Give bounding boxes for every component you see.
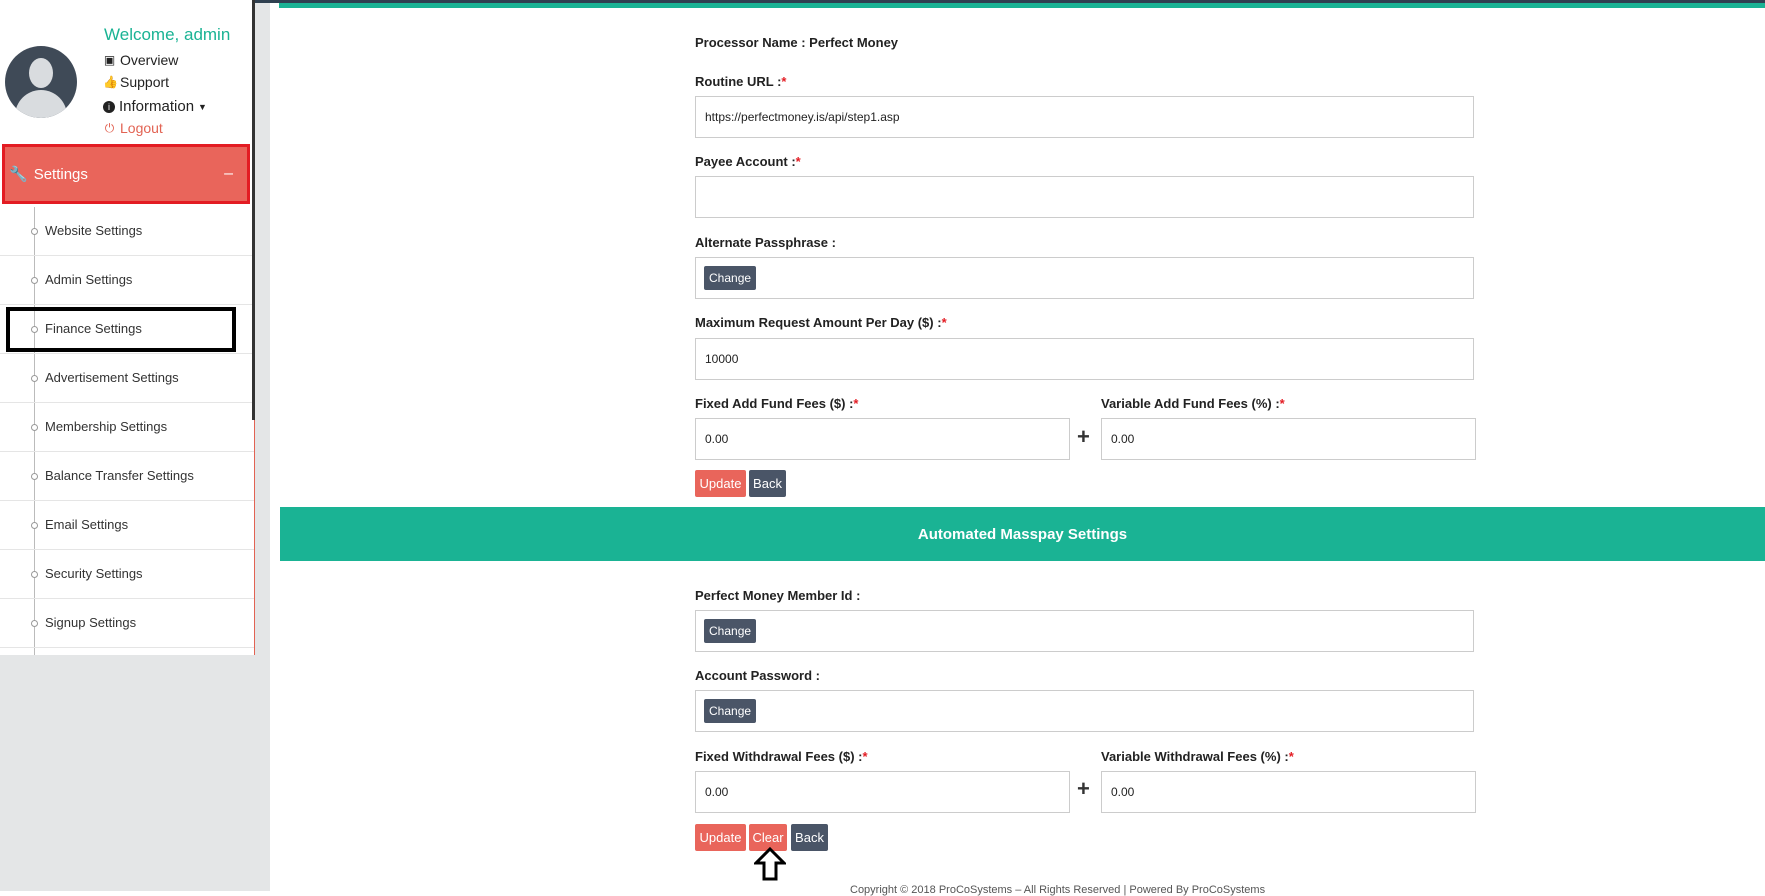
bullet-icon — [31, 620, 38, 627]
settings-section-title: Settings — [33, 165, 88, 183]
plus-icon: + — [1077, 776, 1090, 801]
information-label: Information — [119, 98, 195, 115]
sidebar: Welcome, admin ▣ Overview 👍 Support i In… — [0, 0, 270, 891]
power-icon: ⏻ — [104, 120, 115, 135]
change-passphrase-button[interactable]: Change — [704, 266, 757, 290]
bullet-icon — [31, 375, 38, 382]
fixed-fund-fee-input[interactable]: 0.00 — [695, 418, 1070, 460]
overview-label: Overview — [120, 52, 179, 68]
fixed-withdraw-fee-input[interactable]: 0.00 — [695, 771, 1070, 813]
footer-text: Copyright © 2018 ProCoSystems – All Righ… — [850, 884, 1266, 896]
account-password-label: Account Password : — [695, 668, 820, 683]
logout-label: Logout — [120, 120, 163, 136]
settings-list: Website Settings Admin Settings Finance … — [0, 207, 254, 648]
plus-icon: + — [1077, 424, 1090, 449]
change-member-id-button[interactable]: Change — [704, 619, 757, 643]
fixed-withdraw-fee-label: Fixed Withdrawal Fees ($) :* — [695, 749, 868, 764]
sidebar-item-signup-settings[interactable]: Signup Settings — [0, 599, 254, 648]
variable-fund-fee-label: Variable Add Fund Fees (%) :* — [1101, 396, 1285, 411]
processor-name: Processor Name : Perfect Money — [695, 35, 899, 50]
max-request-input[interactable]: 10000 — [695, 338, 1474, 380]
bullet-icon — [31, 473, 38, 480]
image-icon: ▣ — [103, 53, 116, 67]
caret-down-icon: ▼ — [198, 101, 207, 112]
routine-url-input[interactable]: https://perfectmoney.is/api/step1.asp — [695, 96, 1474, 138]
overview-link[interactable]: ▣ Overview — [103, 52, 179, 68]
thumbs-up-icon: 👍 — [103, 75, 118, 89]
support-link[interactable]: 👍 Support — [103, 74, 169, 90]
fixed-fund-fee-label: Fixed Add Fund Fees ($) :* — [695, 396, 859, 411]
avatar — [5, 46, 77, 118]
sidebar-item-balance-transfer-settings[interactable]: Balance Transfer Settings — [0, 452, 254, 501]
payee-account-label: Payee Account :* — [695, 154, 801, 169]
up-arrow-icon — [754, 847, 786, 881]
sidebar-item-label: Balance Transfer Settings — [45, 468, 194, 483]
change-password-button[interactable]: Change — [704, 699, 757, 723]
member-id-field: Change — [695, 610, 1474, 652]
wrench-icon: 🔧 — [9, 166, 28, 183]
sidebar-item-advertisement-settings[interactable]: Advertisement Settings — [0, 354, 254, 403]
variable-withdraw-fee-label: Variable Withdrawal Fees (%) :* — [1101, 749, 1294, 764]
bullet-icon — [31, 228, 38, 235]
sidebar-item-membership-settings[interactable]: Membership Settings — [0, 403, 254, 452]
alternate-passphrase-label: Alternate Passphrase : — [695, 235, 836, 250]
sidebar-item-label: Admin Settings — [45, 272, 133, 287]
variable-fund-fee-input[interactable]: 0.00 — [1101, 418, 1476, 460]
settings-section-header[interactable]: 🔧 Settings – — [2, 144, 250, 204]
sidebar-item-label: Advertisement Settings — [45, 370, 179, 385]
sidebar-item-security-settings[interactable]: Security Settings — [0, 550, 254, 599]
finance-settings-highlight — [6, 307, 236, 352]
sidebar-item-label: Signup Settings — [45, 615, 137, 630]
sidebar-item-label: Security Settings — [45, 566, 143, 581]
sidebar-scrollbar[interactable] — [252, 0, 255, 420]
bullet-icon — [31, 277, 38, 284]
update-button[interactable]: Update — [695, 470, 746, 497]
sidebar-item-website-settings[interactable]: Website Settings — [0, 207, 254, 256]
sidebar-item-label: Email Settings — [45, 517, 129, 532]
alternate-passphrase-field: Change — [695, 257, 1474, 299]
max-request-label: Maximum Request Amount Per Day ($) :* — [695, 315, 947, 330]
info-icon: i — [103, 100, 115, 113]
logout-link[interactable]: ⏻ Logout — [103, 120, 163, 136]
bullet-icon — [31, 424, 38, 431]
variable-withdraw-fee-input[interactable]: 0.00 — [1101, 771, 1476, 813]
information-dropdown[interactable]: i Information ▼ — [103, 98, 207, 115]
welcome-text: Welcome, admin — [104, 25, 231, 44]
top-accent-bar — [279, 3, 1765, 8]
account-password-field: Change — [695, 690, 1474, 732]
member-id-label: Perfect Money Member Id : — [695, 588, 861, 603]
collapse-icon[interactable]: – — [224, 165, 233, 183]
sidebar-panel: Welcome, admin ▣ Overview 👍 Support i In… — [0, 0, 255, 655]
payee-account-input[interactable] — [695, 176, 1474, 218]
sidebar-item-admin-settings[interactable]: Admin Settings — [0, 256, 254, 305]
sidebar-item-label: Website Settings — [45, 223, 143, 238]
sidebar-item-email-settings[interactable]: Email Settings — [0, 501, 254, 550]
masspay-update-button[interactable]: Update — [695, 824, 746, 851]
masspay-back-button[interactable]: Back — [791, 824, 828, 851]
sidebar-item-label: Membership Settings — [45, 419, 168, 434]
routine-url-label: Routine URL :* — [695, 74, 787, 89]
bullet-icon — [31, 522, 38, 529]
back-button[interactable]: Back — [749, 470, 786, 497]
masspay-section-header: Automated Masspay Settings — [280, 507, 1765, 561]
bullet-icon — [31, 571, 38, 578]
support-label: Support — [120, 74, 170, 90]
